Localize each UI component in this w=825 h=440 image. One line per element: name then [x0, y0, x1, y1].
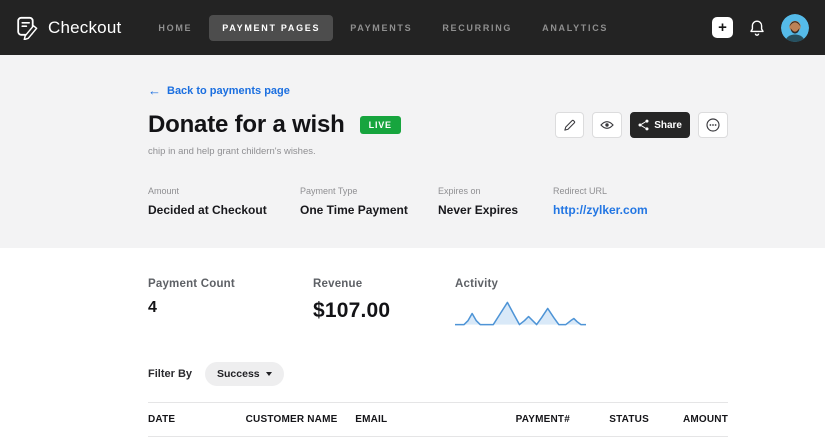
- status-badge: LIVE: [360, 116, 401, 134]
- main-content: Payment Count 4 Revenue $107.00 Activity…: [148, 278, 728, 440]
- top-navbar: Checkout HOME PAYMENT PAGES PAYMENTS REC…: [0, 0, 825, 55]
- redirect-url-link[interactable]: http://zylker.com: [553, 203, 648, 217]
- payment-type-label: Payment Type: [300, 186, 438, 196]
- filter-row: Filter By Success: [148, 362, 728, 386]
- filter-by-label: Filter By: [148, 368, 192, 380]
- col-header-date: DATE: [148, 414, 246, 425]
- edit-button[interactable]: [555, 112, 584, 138]
- notifications-bell-icon[interactable]: [748, 19, 766, 37]
- expires-on-value: Never Expires: [438, 203, 553, 217]
- share-icon: [638, 119, 649, 131]
- col-header-payment-number: PAYMENT#: [516, 414, 610, 425]
- payment-type-value: One Time Payment: [300, 203, 438, 217]
- ellipsis-circle-icon: [706, 118, 720, 132]
- user-avatar[interactable]: [781, 14, 809, 42]
- main-nav: HOME PAYMENT PAGES PAYMENTS RECURRING AN…: [145, 15, 621, 41]
- col-header-status: STATUS: [609, 414, 683, 425]
- filter-selected-value: Success: [217, 368, 260, 380]
- expires-on-label: Expires on: [438, 186, 553, 196]
- add-new-button[interactable]: +: [712, 17, 733, 38]
- col-header-email: EMAIL: [355, 414, 515, 425]
- revenue-label: Revenue: [313, 278, 455, 290]
- eye-icon: [600, 119, 614, 131]
- redirect-url-label: Redirect URL: [553, 186, 648, 196]
- nav-item-payments[interactable]: PAYMENTS: [337, 15, 425, 41]
- chevron-down-icon: [266, 372, 272, 376]
- amount-value: Decided at Checkout: [148, 203, 300, 217]
- nav-item-recurring[interactable]: RECURRING: [429, 15, 525, 41]
- share-button[interactable]: Share: [630, 112, 690, 138]
- col-header-amount: AMOUNT: [683, 414, 728, 425]
- page-info-row: Amount Decided at Checkout Payment Type …: [148, 186, 728, 217]
- payment-count-label: Payment Count: [148, 278, 313, 290]
- header-actions: Share: [555, 112, 728, 138]
- pencil-icon: [563, 119, 576, 132]
- activity-sparkline-fill: [455, 302, 586, 324]
- checkout-logo-icon: [16, 16, 39, 40]
- nav-item-payment-pages[interactable]: PAYMENT PAGES: [209, 15, 333, 41]
- navbar-right: +: [712, 14, 809, 42]
- amount-label: Amount: [148, 186, 300, 196]
- brand[interactable]: Checkout: [16, 16, 121, 40]
- payments-table: DATE CUSTOMER NAME EMAIL PAYMENT# STATUS…: [148, 402, 728, 440]
- preview-button[interactable]: [592, 112, 622, 138]
- page-title: Donate for a wish: [148, 111, 345, 139]
- nav-item-home[interactable]: HOME: [145, 15, 205, 41]
- share-label: Share: [654, 120, 682, 131]
- nav-item-analytics[interactable]: ANALYTICS: [529, 15, 621, 41]
- back-to-payments-link[interactable]: ← Back to payments page: [148, 84, 290, 97]
- table-header-row: DATE CUSTOMER NAME EMAIL PAYMENT# STATUS…: [148, 402, 728, 437]
- more-options-button[interactable]: [698, 112, 728, 138]
- activity-sparkline: [455, 298, 587, 328]
- back-arrow-icon: ←: [148, 84, 161, 97]
- status-filter-dropdown[interactable]: Success: [205, 362, 284, 386]
- stats-row: Payment Count 4 Revenue $107.00 Activity: [148, 278, 728, 328]
- revenue-value: $107.00: [313, 299, 455, 323]
- payment-count-value: 4: [148, 299, 313, 317]
- col-header-customer-name: CUSTOMER NAME: [246, 414, 356, 425]
- page-header-section: ← Back to payments page Donate for a wis…: [0, 55, 825, 248]
- activity-label: Activity: [455, 278, 587, 290]
- back-link-label: Back to payments page: [167, 85, 290, 97]
- brand-name: Checkout: [48, 18, 121, 38]
- page-subtitle: chip in and help grant childern's wishes…: [148, 146, 728, 157]
